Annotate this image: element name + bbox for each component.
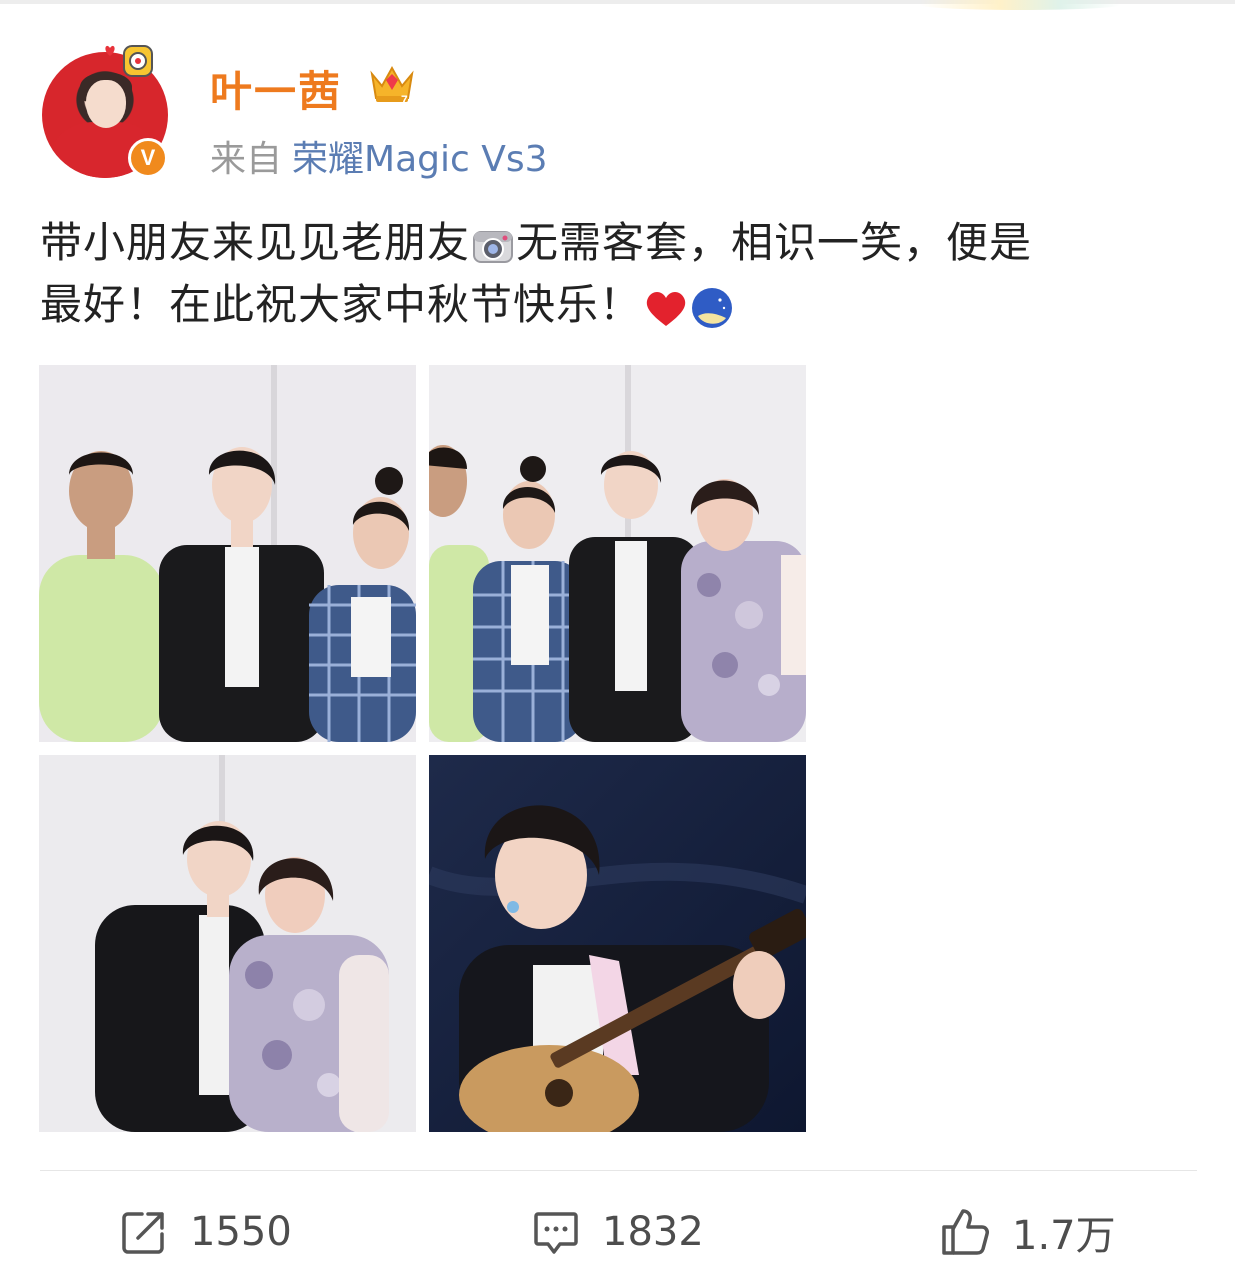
- camera-icon: [473, 230, 514, 263]
- photo-group-2[interactable]: [429, 365, 806, 742]
- source-prefix: 来自: [210, 139, 283, 180]
- moon-icon: [692, 287, 733, 328]
- username[interactable]: 叶一茜: [210, 58, 342, 119]
- repost-button[interactable]: 1550: [120, 1202, 292, 1262]
- photo-duo[interactable]: [39, 755, 416, 1132]
- photo-group-1[interactable]: [39, 365, 416, 742]
- svg-text:7: 7: [401, 93, 408, 106]
- post-text-segment-2: 无需客套，相识一笑，便是: [516, 218, 1033, 267]
- comment-count: 1832: [602, 1209, 704, 1255]
- header-decoration: [920, 0, 1120, 10]
- like-count: 1.7万: [1012, 1213, 1116, 1259]
- post-source: 来自 荣耀Magic Vs3: [210, 130, 548, 182]
- thumbs-up-icon: [942, 1209, 989, 1255]
- avatar-pendant-icon: [105, 45, 153, 77]
- repost-icon: [122, 1212, 164, 1254]
- like-button[interactable]: 1.7万: [940, 1202, 1116, 1262]
- post-text: 带小朋友来见见老朋友 无需客套，相识一笑，便是 最好！在此祝大家中秋节快乐！: [40, 212, 1200, 336]
- verified-badge: V: [128, 138, 168, 178]
- crown-icon[interactable]: 7: [368, 62, 416, 106]
- post-divider: [40, 1170, 1197, 1171]
- photo-guitar-stage[interactable]: [429, 755, 806, 1132]
- post-text-segment-1: 带小朋友来见见老朋友: [40, 218, 471, 267]
- post-text-segment-3: 最好！在此祝大家中秋节快乐！: [40, 280, 643, 329]
- repost-count: 1550: [190, 1209, 292, 1255]
- comment-button[interactable]: 1832: [532, 1202, 704, 1262]
- device-link[interactable]: 荣耀Magic Vs3: [292, 139, 548, 180]
- heart-icon: [646, 291, 686, 326]
- comment-icon: [534, 1212, 578, 1254]
